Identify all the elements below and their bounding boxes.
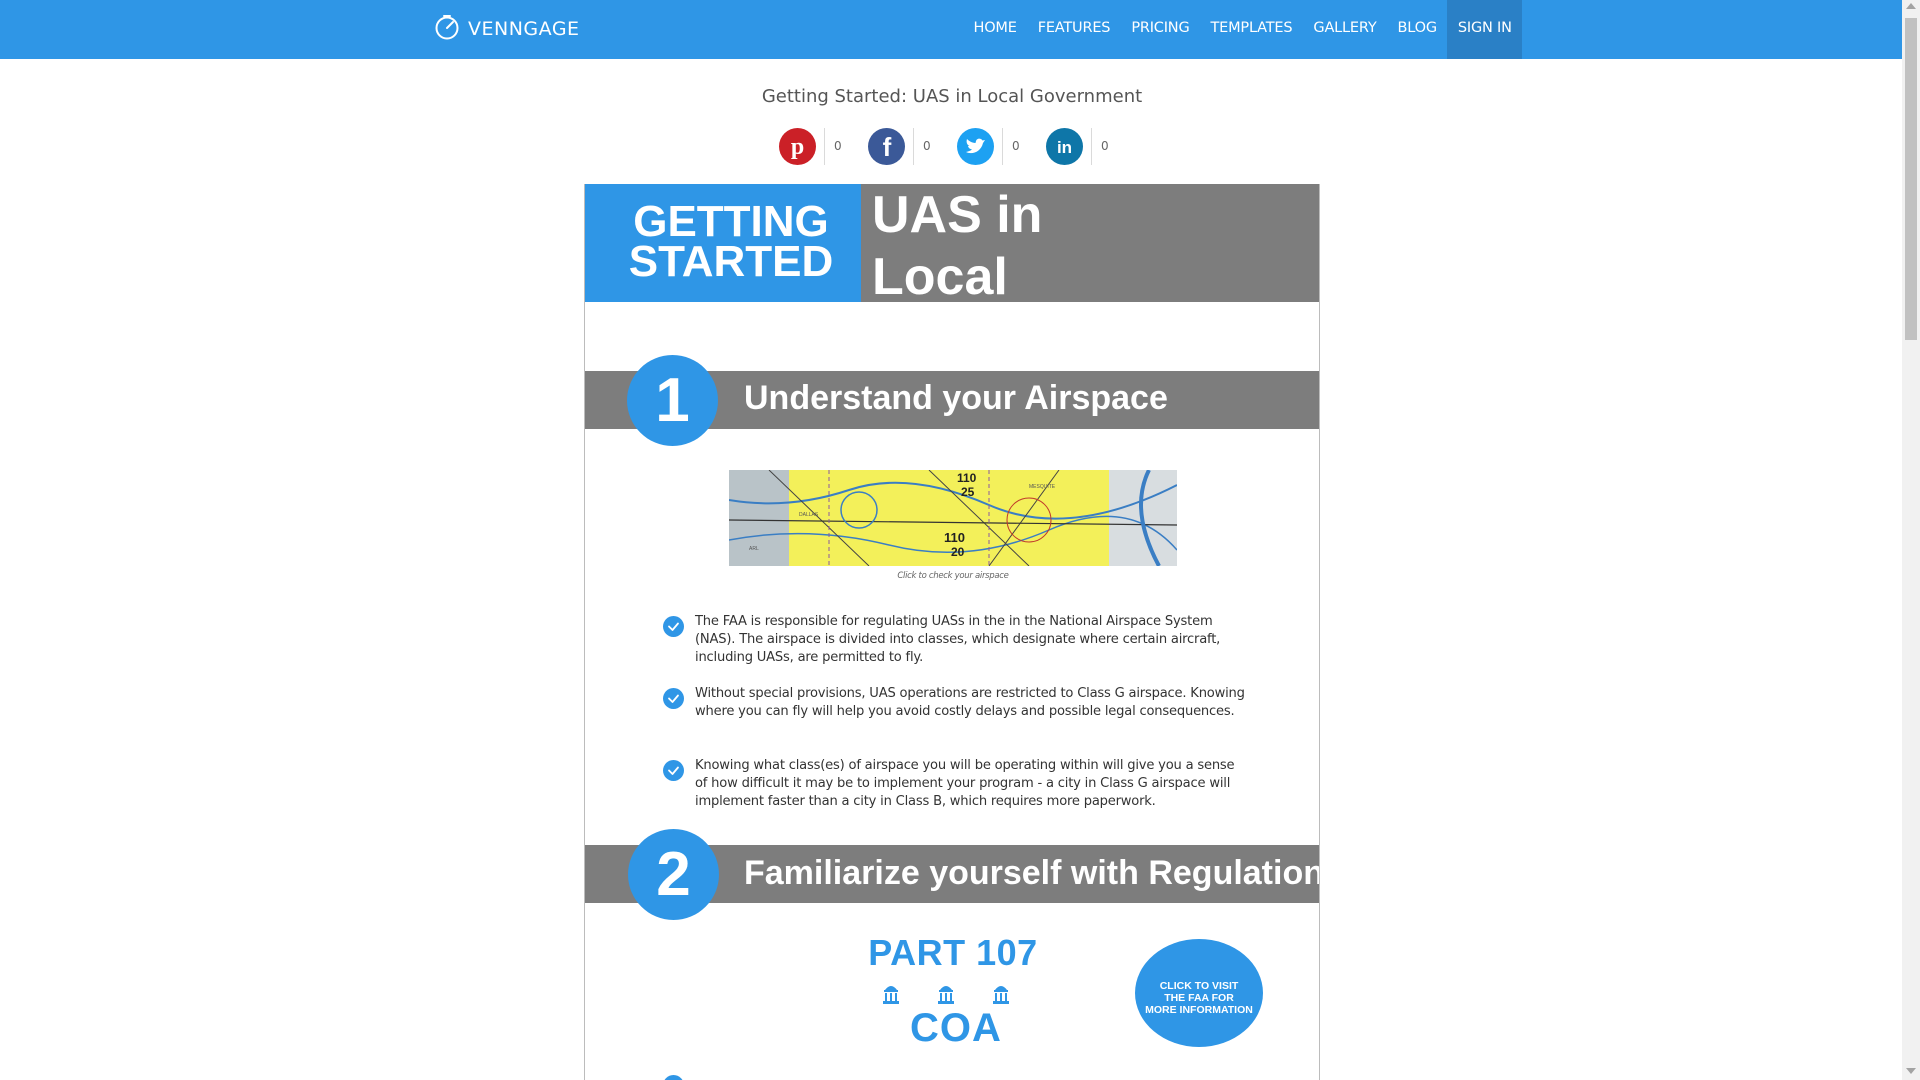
nav-templates[interactable]: TEMPLATES — [1200, 0, 1303, 59]
nav-sign-in[interactable]: SIGN IN — [1447, 0, 1523, 59]
checkmark-icon — [663, 616, 684, 637]
page: VENNGAGE HOME FEATURES PRICING TEMPLATES… — [0, 0, 1920, 1080]
faa-button-line-1: CLICK TO VISIT — [1159, 980, 1239, 992]
linkedin-icon[interactable]: in — [1046, 128, 1083, 165]
header-getting-started: GETTING STARTED — [585, 184, 861, 302]
svg-text:20: 20 — [951, 545, 965, 559]
nav-pricing[interactable]: PRICING — [1121, 0, 1200, 59]
pinterest-icon[interactable]: p — [779, 128, 816, 165]
svg-text:DALLAS: DALLAS — [799, 512, 819, 518]
nav-gallery[interactable]: GALLERY — [1303, 0, 1387, 59]
header-right-line-2: Local Government — [872, 248, 1179, 368]
map-caption: Click to check your airspace — [897, 571, 1009, 581]
part-107-label: PART 107 — [868, 932, 1038, 973]
share-linkedin: in 0 — [1046, 128, 1136, 166]
svg-text:p: p — [791, 134, 804, 160]
checkmark-icon — [663, 760, 684, 781]
bullet-text: Without special provisions, UAS operatio… — [695, 686, 1245, 719]
logo-text: VENNGAGE — [468, 18, 580, 40]
header-right-line-1: UAS in — [872, 186, 1043, 244]
top-navbar: VENNGAGE HOME FEATURES PRICING TEMPLATES… — [0, 0, 1902, 59]
header-title-block: UAS in Local Government — [861, 184, 1319, 368]
section-2-number: 2 — [628, 829, 719, 920]
scroll-down-arrow-icon[interactable] — [1906, 1068, 1916, 1074]
svg-text:110: 110 — [944, 530, 965, 545]
share-twitter: 0 — [957, 128, 1047, 166]
facebook-count: 0 — [913, 128, 931, 165]
scroll-up-arrow-icon[interactable] — [1906, 3, 1916, 9]
svg-text:ARL: ARL — [749, 546, 759, 552]
checkmark-icon — [663, 1075, 684, 1080]
capitol-buildings-icons — [881, 980, 1041, 1008]
visit-faa-button[interactable]: CLICK TO VISIT THE FAA FOR MORE INFORMAT… — [1135, 939, 1263, 1047]
coa-label: COA — [910, 1006, 1002, 1050]
svg-text:f: f — [883, 132, 892, 162]
scrollbar-thumb[interactable] — [1905, 18, 1917, 340]
venngage-logo[interactable]: VENNGAGE — [434, 14, 580, 44]
faa-button-line-2: THE FAA FOR — [1164, 992, 1234, 1004]
twitter-count: 0 — [1002, 128, 1020, 165]
header-left-line-2: STARTED — [628, 237, 834, 286]
section-1-title: Understand your Airspace — [744, 379, 1168, 417]
nav-features[interactable]: FEATURES — [1027, 0, 1121, 59]
header-left-line-1: GETTING — [633, 197, 829, 246]
bullet-text: Knowing what class(es) of airspace you w… — [695, 758, 1235, 809]
nav-blog[interactable]: BLOG — [1387, 0, 1447, 59]
pinterest-count: 0 — [824, 128, 842, 165]
share-pinterest: p 0 — [779, 128, 869, 166]
section-2-title: Familiarize yourself with Regulations — [744, 854, 1320, 892]
svg-text:25: 25 — [961, 485, 975, 499]
facebook-icon[interactable]: f — [868, 128, 905, 165]
vertical-scrollbar[interactable] — [1902, 0, 1920, 1080]
svg-text:110: 110 — [957, 471, 977, 485]
nav-links: HOME FEATURES PRICING TEMPLATES GALLERY … — [963, 0, 1523, 59]
logo-clock-icon — [434, 14, 460, 44]
bullet-text: The FAA is responsible for regulating UA… — [695, 614, 1221, 665]
checkmark-icon — [663, 688, 684, 709]
svg-text:in: in — [1057, 138, 1072, 157]
section-1-number: 1 — [627, 355, 718, 446]
faa-button-line-3: MORE INFORMATION — [1145, 1004, 1253, 1016]
infographic: GETTING STARTED UAS in Local Government … — [584, 184, 1320, 1080]
linkedin-count: 0 — [1091, 128, 1109, 165]
twitter-icon[interactable] — [957, 128, 994, 165]
share-facebook: f 0 — [868, 128, 958, 166]
page-title: Getting Started: UAS in Local Government — [761, 86, 1143, 107]
nav-home[interactable]: HOME — [963, 0, 1027, 59]
svg-text:MESQUITE: MESQUITE — [1029, 484, 1056, 490]
airspace-map-image[interactable]: 110 25 110 20 DALLAS MESQUITE ARL — [729, 470, 1177, 566]
